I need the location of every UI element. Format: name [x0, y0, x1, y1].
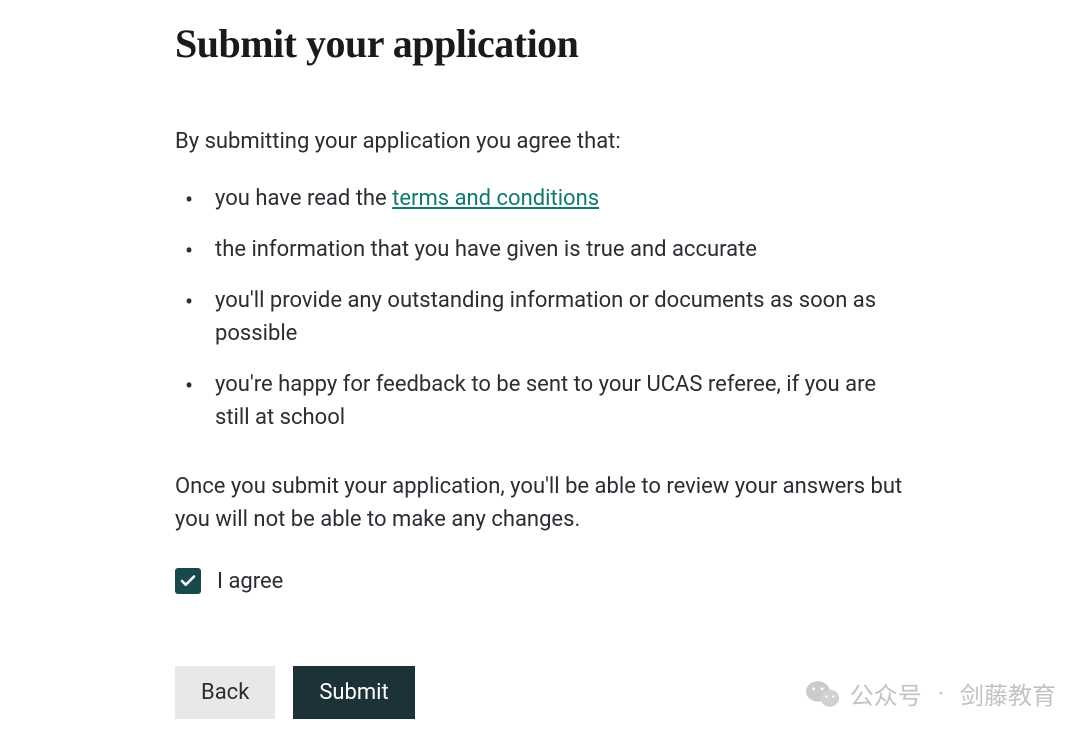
list-item: the information that you have given is t… [175, 233, 905, 266]
agreement-list: you have read the terms and conditions t… [175, 182, 905, 434]
button-row: Back Submit [175, 666, 905, 719]
list-item: you have read the terms and conditions [175, 182, 905, 215]
watermark-label: 公众号 [850, 676, 922, 711]
watermark-source: 剑藤教育 [960, 676, 1056, 711]
intro-text: By submitting your application you agree… [175, 125, 905, 158]
watermark: 公众号 · 剑藤教育 [806, 676, 1056, 711]
agree-label: I agree [217, 569, 283, 594]
wechat-icon [806, 679, 840, 709]
watermark-separator: · [938, 680, 944, 708]
page-title: Submit your application [175, 20, 905, 67]
terms-link[interactable]: terms and conditions [392, 186, 599, 211]
bullet-text-prefix: you have read the [215, 186, 392, 211]
post-submit-text: Once you submit your application, you'll… [175, 470, 905, 536]
list-item: you're happy for feedback to be sent to … [175, 368, 905, 434]
agree-checkbox[interactable] [175, 568, 201, 594]
agree-checkbox-row: I agree [175, 568, 905, 594]
checkmark-icon [179, 572, 197, 590]
submit-button[interactable]: Submit [293, 666, 414, 719]
list-item: you'll provide any outstanding informati… [175, 284, 905, 350]
back-button[interactable]: Back [175, 666, 275, 719]
